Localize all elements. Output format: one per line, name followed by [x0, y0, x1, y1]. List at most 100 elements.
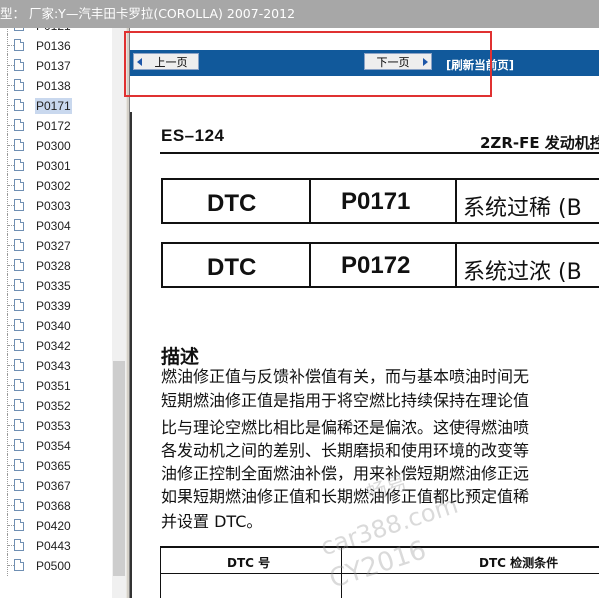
sidebar-item-label: P0301 — [36, 159, 71, 173]
sidebar-item-p0365[interactable]: P0365 — [0, 454, 112, 476]
sidebar-item-p0342[interactable]: P0342 — [0, 334, 112, 356]
sidebar-item-label: P0303 — [36, 199, 71, 213]
document-icon — [14, 339, 24, 351]
description-line: 比与理论空燃比相比是偏稀还是偏浓。这使得燃油喷 — [161, 418, 530, 437]
document-icon — [14, 499, 24, 511]
dtc-desc-cell: 系统过浓 (B — [455, 242, 599, 288]
sidebar-item-p0335[interactable]: P0335 — [0, 274, 112, 296]
sidebar-item-p0340[interactable]: P0340 — [0, 314, 112, 336]
sidebar-item-p0304[interactable]: P0304 — [0, 214, 112, 236]
dtc-description: 系统过浓 (B — [463, 260, 582, 285]
window-title: 型： 厂家:Y—汽丰田卡罗拉(COROLLA) 2007-2012 — [0, 6, 296, 21]
sidebar-item-p0138[interactable]: P0138 — [0, 74, 112, 96]
sidebar-scrollbar[interactable] — [112, 28, 126, 598]
description-line: 并设置 DTC。 — [161, 512, 263, 531]
sidebar-item-p0420[interactable]: P0420 — [0, 514, 112, 536]
highlight-box — [124, 31, 492, 97]
sidebar-item-p0327[interactable]: P0327 — [0, 234, 112, 256]
sidebar-item-p0136[interactable]: P0136 — [0, 34, 112, 56]
sidebar-item-label: P0327 — [36, 239, 71, 253]
document-icon — [14, 119, 24, 131]
dtc-label: DTC — [207, 190, 257, 217]
sidebar-item-label: P0368 — [36, 499, 71, 513]
sidebar-item-p0328[interactable]: P0328 — [0, 254, 112, 276]
window-title-bar: 型： 厂家:Y—汽丰田卡罗拉(COROLLA) 2007-2012 — [0, 0, 599, 28]
header-rule — [160, 152, 599, 154]
sidebar-item-label: P0367 — [36, 479, 71, 493]
sidebar-item-label: P0328 — [36, 259, 71, 273]
document-icon — [14, 299, 24, 311]
sidebar-item-p0353[interactable]: P0353 — [0, 414, 112, 436]
document-icon — [14, 379, 24, 391]
sidebar-item-p0500[interactable]: P0500 — [0, 554, 112, 576]
document-icon — [14, 239, 24, 251]
dtc-condition-table: DTC 号 DTC 检测条件 — [160, 546, 599, 598]
document-icon — [14, 259, 24, 271]
sidebar-item-label: P0172 — [36, 119, 71, 133]
document-icon — [14, 479, 24, 491]
document-icon — [14, 559, 24, 571]
document-icon — [14, 99, 24, 111]
sidebar-item-p0121[interactable]: P0121 — [0, 28, 112, 36]
sidebar-item-p0339[interactable]: P0339 — [0, 294, 112, 316]
sidebar-item-label: P0302 — [36, 179, 71, 193]
table-header-rule — [161, 573, 599, 574]
description-line: 燃油修正值与反馈补偿值有关，而与基本喷油时间无 — [161, 367, 530, 386]
dtc-tree-sidebar: P0121 P0136 P0137 P0138 P0171 P0172 P0300 P0301… — [0, 28, 112, 598]
dtc-code-cell: P0172 — [309, 242, 457, 288]
description-line: 短期燃油修正值是指用于将空燃比持续保持在理论值 — [161, 391, 530, 410]
description-line: 各发动机之间的差别、长期磨损和使用环境的改变等 — [161, 441, 530, 460]
document-icon — [14, 39, 24, 51]
page-header: 2ZR-FE 发动机控 — [480, 134, 599, 152]
document-icon — [14, 199, 24, 211]
dtc-row: DTC P0172 系统过浓 (B — [161, 242, 599, 292]
document-icon — [14, 59, 24, 71]
sidebar-item-p0303[interactable]: P0303 — [0, 194, 112, 216]
sidebar-item-p0352[interactable]: P0352 — [0, 394, 112, 416]
sidebar-scrollbar-thumb[interactable] — [113, 361, 125, 576]
sidebar-item-label: P0138 — [36, 79, 71, 93]
sidebar-item-label: P0304 — [36, 219, 71, 233]
sidebar-item-p0351[interactable]: P0351 — [0, 374, 112, 396]
sidebar-item-p0172[interactable]: P0172 — [0, 114, 112, 136]
sidebar-item-p0171[interactable]: P0171 — [0, 94, 112, 116]
sidebar-item-p0367[interactable]: P0367 — [0, 474, 112, 496]
sidebar-item-label: P0335 — [36, 279, 71, 293]
sidebar-item-p0301[interactable]: P0301 — [0, 154, 112, 176]
dtc-description: 系统过稀 (B — [463, 196, 582, 221]
dtc-label: DTC — [207, 254, 257, 281]
sidebar-item-label: P0339 — [36, 299, 71, 313]
sidebar-item-p0300[interactable]: P0300 — [0, 134, 112, 156]
sidebar-item-label: P0171 — [35, 98, 72, 114]
document-icon — [14, 219, 24, 231]
page-code: ES–124 — [161, 126, 225, 145]
document-icon — [14, 139, 24, 151]
sidebar-item-label: P0136 — [36, 39, 71, 53]
dtc-code-cell: P0171 — [309, 178, 457, 224]
sidebar-item-p0443[interactable]: P0443 — [0, 534, 112, 556]
dtc-label-cell: DTC — [161, 178, 311, 224]
sidebar-item-p0343[interactable]: P0343 — [0, 354, 112, 376]
document-icon — [14, 279, 24, 291]
sidebar-item-label: P0300 — [36, 139, 71, 153]
document-viewer: 上一页 下一页 [刷新当前页] ES–124 2ZR-FE 发动机控 DTC P… — [130, 28, 599, 598]
description-line: 如果短期燃油修正值和长期燃油修正值都比预定值稀 — [161, 487, 530, 506]
sidebar-item-label: P0343 — [36, 359, 71, 373]
sidebar-item-p0354[interactable]: P0354 — [0, 434, 112, 456]
dtc-code: P0172 — [341, 252, 411, 279]
sidebar-item-p0302[interactable]: P0302 — [0, 174, 112, 196]
sidebar-item-p0368[interactable]: P0368 — [0, 494, 112, 516]
document-icon — [14, 539, 24, 551]
document-icon — [14, 419, 24, 431]
sidebar-item-p0137[interactable]: P0137 — [0, 54, 112, 76]
sidebar-item-label: P0500 — [36, 559, 71, 573]
document-icon — [14, 28, 24, 31]
sidebar-item-label: P0340 — [36, 319, 71, 333]
description-line: 油修正控制全面燃油补偿，用来补偿短期燃油修正远 — [161, 464, 530, 483]
table-header-condition: DTC 检测条件 — [479, 556, 559, 570]
dtc-row: DTC P0171 系统过稀 (B — [161, 178, 599, 228]
document-icon — [14, 179, 24, 191]
dtc-desc-cell: 系统过稀 (B — [455, 178, 599, 224]
dtc-label-cell: DTC — [161, 242, 311, 288]
document-icon — [14, 159, 24, 171]
